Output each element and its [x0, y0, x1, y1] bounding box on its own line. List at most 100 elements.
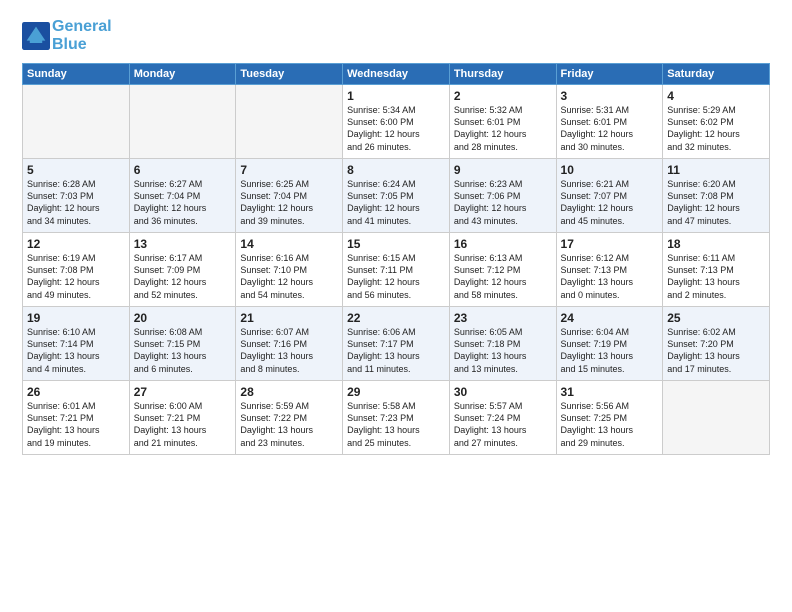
day-info: Sunrise: 5:58 AM Sunset: 7:23 PM Dayligh… — [347, 400, 445, 449]
page: GeneralBlue SundayMondayTuesdayWednesday… — [0, 0, 792, 612]
calendar-cell: 2Sunrise: 5:32 AM Sunset: 6:01 PM Daylig… — [449, 85, 556, 159]
day-number: 4 — [667, 89, 765, 103]
weekday-header-tuesday: Tuesday — [236, 64, 343, 85]
day-info: Sunrise: 6:11 AM Sunset: 7:13 PM Dayligh… — [667, 252, 765, 301]
day-info: Sunrise: 5:31 AM Sunset: 6:01 PM Dayligh… — [561, 104, 659, 153]
day-info: Sunrise: 5:34 AM Sunset: 6:00 PM Dayligh… — [347, 104, 445, 153]
day-info: Sunrise: 6:17 AM Sunset: 7:09 PM Dayligh… — [134, 252, 232, 301]
weekday-header-friday: Friday — [556, 64, 663, 85]
day-number: 27 — [134, 385, 232, 399]
day-number: 10 — [561, 163, 659, 177]
day-number: 24 — [561, 311, 659, 325]
calendar-cell: 9Sunrise: 6:23 AM Sunset: 7:06 PM Daylig… — [449, 159, 556, 233]
calendar-cell: 20Sunrise: 6:08 AM Sunset: 7:15 PM Dayli… — [129, 307, 236, 381]
day-info: Sunrise: 6:19 AM Sunset: 7:08 PM Dayligh… — [27, 252, 125, 301]
day-info: Sunrise: 5:57 AM Sunset: 7:24 PM Dayligh… — [454, 400, 552, 449]
day-info: Sunrise: 6:13 AM Sunset: 7:12 PM Dayligh… — [454, 252, 552, 301]
day-number: 22 — [347, 311, 445, 325]
day-info: Sunrise: 6:12 AM Sunset: 7:13 PM Dayligh… — [561, 252, 659, 301]
calendar-cell: 27Sunrise: 6:00 AM Sunset: 7:21 PM Dayli… — [129, 381, 236, 455]
weekday-header-sunday: Sunday — [23, 64, 130, 85]
calendar-row: 1Sunrise: 5:34 AM Sunset: 6:00 PM Daylig… — [23, 85, 770, 159]
calendar-cell — [129, 85, 236, 159]
calendar-cell: 15Sunrise: 6:15 AM Sunset: 7:11 PM Dayli… — [343, 233, 450, 307]
day-number: 19 — [27, 311, 125, 325]
calendar-row: 5Sunrise: 6:28 AM Sunset: 7:03 PM Daylig… — [23, 159, 770, 233]
calendar-cell: 8Sunrise: 6:24 AM Sunset: 7:05 PM Daylig… — [343, 159, 450, 233]
day-info: Sunrise: 6:27 AM Sunset: 7:04 PM Dayligh… — [134, 178, 232, 227]
calendar-cell: 24Sunrise: 6:04 AM Sunset: 7:19 PM Dayli… — [556, 307, 663, 381]
day-info: Sunrise: 5:32 AM Sunset: 6:01 PM Dayligh… — [454, 104, 552, 153]
calendar-cell: 3Sunrise: 5:31 AM Sunset: 6:01 PM Daylig… — [556, 85, 663, 159]
calendar-cell: 6Sunrise: 6:27 AM Sunset: 7:04 PM Daylig… — [129, 159, 236, 233]
day-info: Sunrise: 6:06 AM Sunset: 7:17 PM Dayligh… — [347, 326, 445, 375]
weekday-header-wednesday: Wednesday — [343, 64, 450, 85]
calendar-cell: 5Sunrise: 6:28 AM Sunset: 7:03 PM Daylig… — [23, 159, 130, 233]
calendar-cell: 21Sunrise: 6:07 AM Sunset: 7:16 PM Dayli… — [236, 307, 343, 381]
day-info: Sunrise: 6:04 AM Sunset: 7:19 PM Dayligh… — [561, 326, 659, 375]
day-number: 25 — [667, 311, 765, 325]
logo: GeneralBlue — [22, 18, 112, 53]
day-number: 7 — [240, 163, 338, 177]
day-number: 11 — [667, 163, 765, 177]
calendar-row: 12Sunrise: 6:19 AM Sunset: 7:08 PM Dayli… — [23, 233, 770, 307]
day-info: Sunrise: 6:25 AM Sunset: 7:04 PM Dayligh… — [240, 178, 338, 227]
day-info: Sunrise: 6:20 AM Sunset: 7:08 PM Dayligh… — [667, 178, 765, 227]
day-number: 17 — [561, 237, 659, 251]
weekday-header-saturday: Saturday — [663, 64, 770, 85]
day-number: 21 — [240, 311, 338, 325]
day-info: Sunrise: 6:24 AM Sunset: 7:05 PM Dayligh… — [347, 178, 445, 227]
day-number: 31 — [561, 385, 659, 399]
day-number: 26 — [27, 385, 125, 399]
day-info: Sunrise: 6:08 AM Sunset: 7:15 PM Dayligh… — [134, 326, 232, 375]
day-info: Sunrise: 5:59 AM Sunset: 7:22 PM Dayligh… — [240, 400, 338, 449]
day-number: 6 — [134, 163, 232, 177]
logo-text: GeneralBlue — [52, 18, 112, 53]
weekday-header-row: SundayMondayTuesdayWednesdayThursdayFrid… — [23, 64, 770, 85]
day-info: Sunrise: 6:15 AM Sunset: 7:11 PM Dayligh… — [347, 252, 445, 301]
calendar-cell: 23Sunrise: 6:05 AM Sunset: 7:18 PM Dayli… — [449, 307, 556, 381]
day-info: Sunrise: 6:07 AM Sunset: 7:16 PM Dayligh… — [240, 326, 338, 375]
day-info: Sunrise: 5:29 AM Sunset: 6:02 PM Dayligh… — [667, 104, 765, 153]
calendar-cell: 18Sunrise: 6:11 AM Sunset: 7:13 PM Dayli… — [663, 233, 770, 307]
day-number: 16 — [454, 237, 552, 251]
day-number: 12 — [27, 237, 125, 251]
day-number: 9 — [454, 163, 552, 177]
calendar-cell: 16Sunrise: 6:13 AM Sunset: 7:12 PM Dayli… — [449, 233, 556, 307]
day-info: Sunrise: 6:10 AM Sunset: 7:14 PM Dayligh… — [27, 326, 125, 375]
day-number: 23 — [454, 311, 552, 325]
day-info: Sunrise: 6:21 AM Sunset: 7:07 PM Dayligh… — [561, 178, 659, 227]
calendar-cell: 1Sunrise: 5:34 AM Sunset: 6:00 PM Daylig… — [343, 85, 450, 159]
day-info: Sunrise: 6:00 AM Sunset: 7:21 PM Dayligh… — [134, 400, 232, 449]
calendar-cell — [23, 85, 130, 159]
day-info: Sunrise: 6:16 AM Sunset: 7:10 PM Dayligh… — [240, 252, 338, 301]
day-info: Sunrise: 6:02 AM Sunset: 7:20 PM Dayligh… — [667, 326, 765, 375]
day-info: Sunrise: 5:56 AM Sunset: 7:25 PM Dayligh… — [561, 400, 659, 449]
day-number: 1 — [347, 89, 445, 103]
calendar-row: 19Sunrise: 6:10 AM Sunset: 7:14 PM Dayli… — [23, 307, 770, 381]
calendar-cell: 4Sunrise: 5:29 AM Sunset: 6:02 PM Daylig… — [663, 85, 770, 159]
logo-icon — [22, 22, 50, 50]
calendar-cell — [663, 381, 770, 455]
day-number: 15 — [347, 237, 445, 251]
weekday-header-thursday: Thursday — [449, 64, 556, 85]
day-number: 14 — [240, 237, 338, 251]
day-info: Sunrise: 6:28 AM Sunset: 7:03 PM Dayligh… — [27, 178, 125, 227]
day-number: 3 — [561, 89, 659, 103]
day-number: 20 — [134, 311, 232, 325]
day-number: 18 — [667, 237, 765, 251]
calendar-row: 26Sunrise: 6:01 AM Sunset: 7:21 PM Dayli… — [23, 381, 770, 455]
calendar-cell: 11Sunrise: 6:20 AM Sunset: 7:08 PM Dayli… — [663, 159, 770, 233]
calendar-cell: 28Sunrise: 5:59 AM Sunset: 7:22 PM Dayli… — [236, 381, 343, 455]
day-number: 13 — [134, 237, 232, 251]
calendar-cell: 30Sunrise: 5:57 AM Sunset: 7:24 PM Dayli… — [449, 381, 556, 455]
calendar-cell — [236, 85, 343, 159]
header: GeneralBlue — [22, 18, 770, 53]
calendar-cell: 22Sunrise: 6:06 AM Sunset: 7:17 PM Dayli… — [343, 307, 450, 381]
calendar-cell: 17Sunrise: 6:12 AM Sunset: 7:13 PM Dayli… — [556, 233, 663, 307]
calendar-cell: 14Sunrise: 6:16 AM Sunset: 7:10 PM Dayli… — [236, 233, 343, 307]
calendar-cell: 10Sunrise: 6:21 AM Sunset: 7:07 PM Dayli… — [556, 159, 663, 233]
calendar-cell: 12Sunrise: 6:19 AM Sunset: 7:08 PM Dayli… — [23, 233, 130, 307]
day-info: Sunrise: 6:01 AM Sunset: 7:21 PM Dayligh… — [27, 400, 125, 449]
day-number: 29 — [347, 385, 445, 399]
